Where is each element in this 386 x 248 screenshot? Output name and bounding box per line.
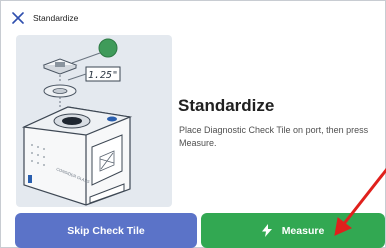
skip-button-label: Skip Check Tile [67,224,145,237]
standardize-dialog: Standardize 1.25" CONSIDER GLASS Standar… [0,0,386,248]
measurement-label: 1.25" [88,70,118,81]
device-illustration: 1.25" CONSIDER GLASS [16,35,172,207]
close-button[interactable] [5,5,31,31]
instruction-text: Place Diagnostic Check Tile on port, the… [179,125,369,148]
check-tile-icon [98,38,118,58]
page-heading: Standardize [178,96,275,115]
device-body: CONSIDER GLASS [21,106,133,206]
skip-check-tile-button[interactable]: Skip Check Tile [15,213,197,248]
small-tile-icon [42,58,78,75]
measure-button[interactable]: Measure [201,213,385,248]
dialog-header: Standardize [1,1,385,35]
measure-button-label: Measure [281,224,325,237]
instrument-drawing: 1.25" CONSIDER GLASS [21,38,133,206]
close-icon [12,12,24,24]
dialog-title: Standardize [33,13,79,23]
lightning-bolt-icon [261,224,272,237]
